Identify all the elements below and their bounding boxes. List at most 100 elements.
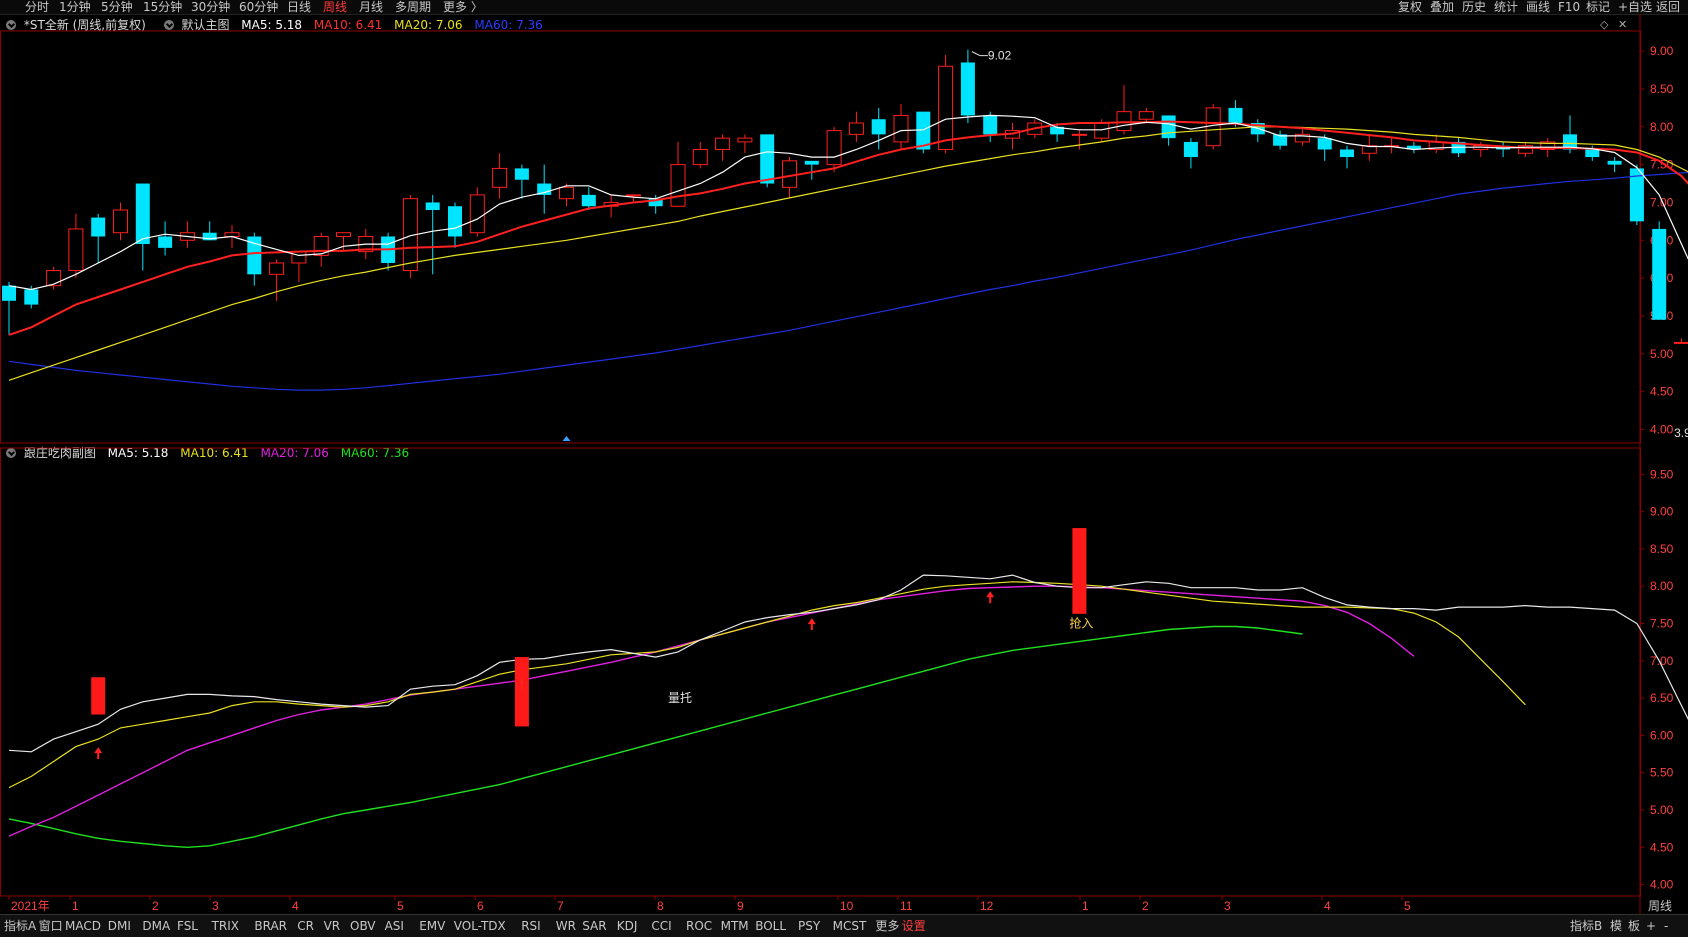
xtick-5: 5 <box>397 899 404 913</box>
candle-body-44 <box>983 115 997 134</box>
candle-body-0 <box>2 286 16 301</box>
indicator-tab-24[interactable]: 更多 <box>875 917 899 935</box>
indicator-tab-0[interactable]: 指标A <box>4 917 36 935</box>
candle-body-74 <box>1652 229 1666 320</box>
main-ytick-9: 4.50 <box>1650 385 1674 399</box>
bottom-right-button-3[interactable]: + <box>1646 917 1656 935</box>
sub-arrow-head-3 <box>986 591 994 597</box>
candle-body-40 <box>894 115 908 141</box>
low-price-label: 3.95 <box>1674 426 1688 440</box>
indicator-tab-3[interactable]: DMI <box>108 917 131 935</box>
main-ma10-line <box>9 122 1688 335</box>
sub-bar-2 <box>1072 528 1086 614</box>
candle-body-35 <box>783 161 797 187</box>
sub-ytick-8: 5.50 <box>1650 766 1674 780</box>
candle-body-42 <box>939 66 953 149</box>
kline-chart[interactable]: 9.008.508.007.507.006.506.005.505.004.50… <box>0 0 1688 936</box>
sub-annotation-0: 量托 <box>668 691 692 705</box>
xtick-13: 1 <box>1082 899 1089 913</box>
bottom-right-button-2[interactable]: 板 <box>1628 917 1640 935</box>
bottom-right-button-1[interactable]: 模 <box>1610 917 1622 935</box>
indicator-tab-8[interactable]: CR <box>297 917 314 935</box>
main-ma60-line <box>9 168 1688 391</box>
sub-ytick-3: 8.00 <box>1650 579 1674 593</box>
high-marker-line <box>972 52 988 56</box>
main-ytick-8: 5.00 <box>1650 347 1674 361</box>
xtick-4: 4 <box>292 899 299 913</box>
indicator-tab-4[interactable]: DMA <box>142 917 170 935</box>
candle-body-55 <box>1229 108 1243 123</box>
xtick-1: 1 <box>72 899 79 913</box>
sub-bar-1 <box>515 657 529 726</box>
candle-body-15 <box>337 233 351 237</box>
candle-body-43 <box>961 62 975 115</box>
indicator-tab-23[interactable]: MCST <box>833 917 867 935</box>
indicator-tab-21[interactable]: BOLL <box>755 917 786 935</box>
candle-body-53 <box>1184 142 1198 157</box>
sub-panel-frame <box>1 448 1641 896</box>
main-ytick-4: 7.00 <box>1650 195 1674 209</box>
candle-body-71 <box>1585 149 1599 157</box>
sub-ytick-10: 4.50 <box>1650 840 1674 854</box>
indicator-tab-2[interactable]: MACD <box>65 917 101 935</box>
candle-body-19 <box>426 202 440 210</box>
candles-group <box>2 50 1688 434</box>
candle-body-2 <box>47 271 61 286</box>
indicator-tab-7[interactable]: BRAR <box>254 917 287 935</box>
candle-body-30 <box>671 165 685 207</box>
indicator-tab-18[interactable]: CCI <box>651 917 671 935</box>
indicator-tab-13[interactable]: VOL-TDX <box>454 917 506 935</box>
candle-body-36 <box>805 161 819 165</box>
sub-ma10-line <box>9 582 1525 788</box>
indicator-tab-19[interactable]: ROC <box>686 917 712 935</box>
sub-annotation-1: 抢入 <box>1069 615 1093 630</box>
candle-body-4 <box>91 218 105 237</box>
period-label: 周线 <box>1648 897 1672 914</box>
candle-body-20 <box>448 206 462 236</box>
indicator-tab-1[interactable]: 窗口 <box>39 917 63 935</box>
candle-body-26 <box>582 195 596 206</box>
indicator-tab-17[interactable]: KDJ <box>617 917 638 935</box>
candle-body-38 <box>849 123 863 134</box>
candle-body-50 <box>1117 112 1131 131</box>
candle-body-34 <box>760 134 774 183</box>
indicator-tabbar: 指标A窗口MACD DMI DMA FSL TRIX BRAR CR VR OBV ASI EMV V… <box>0 914 1688 937</box>
candle-body-5 <box>114 210 128 233</box>
sub-ytick-2: 8.50 <box>1650 542 1674 556</box>
indicator-tab-14[interactable]: RSI <box>521 917 541 935</box>
candle-body-12 <box>270 263 284 274</box>
sub-ytick-1: 9.00 <box>1650 505 1674 519</box>
indicator-tab-10[interactable]: OBV <box>350 917 376 935</box>
sub-arrow-head-2 <box>808 618 816 624</box>
indicator-tab-25[interactable]: 设置 <box>902 917 926 935</box>
sub-ytick-6: 6.50 <box>1650 691 1674 705</box>
candle-body-60 <box>1340 149 1354 157</box>
candle-body-6 <box>136 184 150 245</box>
indicator-tab-6[interactable]: TRIX <box>212 917 239 935</box>
indicator-tab-15[interactable]: WR <box>556 917 576 935</box>
candle-body-22 <box>493 168 507 187</box>
candle-body-75 <box>1675 342 1688 343</box>
sub-ytick-0: 9.50 <box>1650 467 1674 481</box>
candle-body-33 <box>738 138 752 142</box>
indicator-tab-22[interactable]: PSY <box>798 917 820 935</box>
main-ytick-10: 4.00 <box>1650 422 1674 436</box>
candle-body-23 <box>515 168 529 179</box>
candle-body-25 <box>560 187 574 198</box>
sub-ma20-line <box>9 586 1414 836</box>
candle-body-28 <box>626 195 640 196</box>
candle-body-7 <box>158 237 172 248</box>
indicator-tab-20[interactable]: MTM <box>721 917 749 935</box>
bottom-right-button-0[interactable]: 指标B <box>1570 917 1602 935</box>
candle-body-21 <box>470 195 484 233</box>
xtick-10: 10 <box>840 899 854 913</box>
indicator-tab-9[interactable]: VR <box>324 917 341 935</box>
indicator-tab-16[interactable]: SAR <box>582 917 606 935</box>
indicator-tab-12[interactable]: EMV <box>419 917 445 935</box>
indicator-tab-5[interactable]: FSL <box>177 917 198 935</box>
bottom-right-button-4[interactable]: - <box>1664 917 1668 935</box>
indicator-tab-11[interactable]: ASI <box>385 917 404 935</box>
xtick-14: 2 <box>1142 899 1149 913</box>
xtick-3: 3 <box>212 899 219 913</box>
xtick-9: 9 <box>737 899 744 913</box>
